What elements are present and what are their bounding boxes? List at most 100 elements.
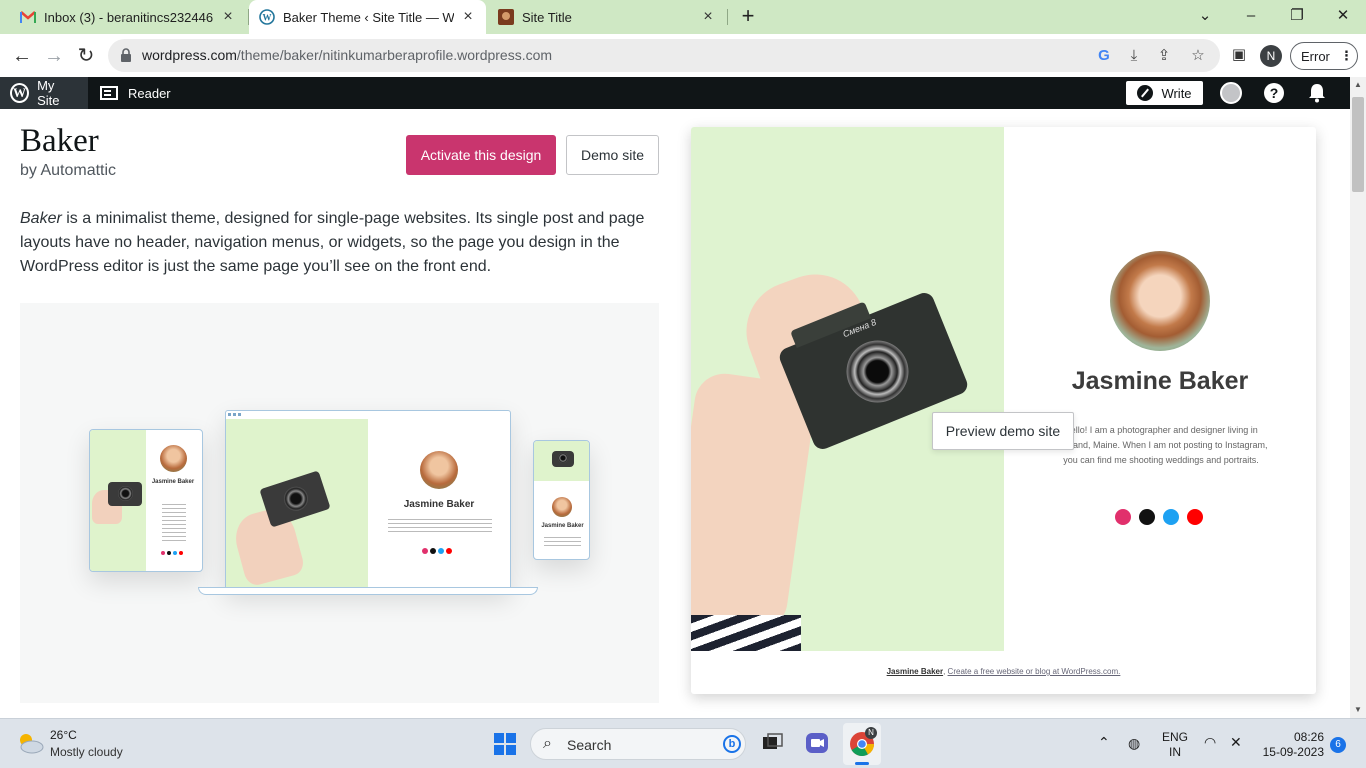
wifi-icon[interactable]: ◠ (1204, 734, 1216, 751)
tablet-mockup: Jasmine Baker (89, 429, 203, 572)
theme-screenshot: Jasmine Baker Jasmine Baker Jasmine Bake… (20, 303, 659, 703)
theme-live-preview[interactable]: Смена 8 Jasmine Baker Hello! I am a phot… (691, 127, 1316, 694)
instagram-icon[interactable] (1115, 509, 1131, 525)
reader-link[interactable]: Reader (100, 77, 171, 109)
new-tab-button[interactable]: + (736, 5, 760, 29)
windows-start-icon[interactable] (494, 733, 516, 755)
svg-text:W: W (263, 13, 272, 23)
tiktok-icon[interactable] (1139, 509, 1155, 525)
my-site-label: My Site (37, 78, 60, 108)
user-avatar[interactable] (1220, 82, 1242, 104)
my-site-link[interactable]: My Site (0, 77, 88, 109)
url-path: /theme/baker/nitinkumarberaprofile.wordp… (236, 47, 553, 63)
site-icon (498, 9, 514, 25)
notification-badge[interactable]: 6 (1330, 737, 1346, 753)
google-icon[interactable]: G (1094, 46, 1114, 66)
forward-button[interactable]: → (40, 42, 68, 70)
write-button[interactable]: Write (1126, 81, 1203, 105)
write-label: Write (1161, 85, 1192, 101)
tab-site-title[interactable]: Site Title × (488, 0, 726, 34)
wordpress-logo-icon (10, 83, 30, 103)
theme-description: Baker is a minimalist theme, designed fo… (20, 207, 660, 279)
pen-icon (1137, 85, 1154, 101)
minimize-button[interactable]: – (1238, 4, 1264, 28)
meet-icon[interactable] (804, 730, 830, 756)
network-status-icon[interactable]: ◍ (1128, 735, 1140, 752)
lang-code: ENG (1162, 730, 1189, 744)
preview-footer: Jasmine Baker, Create a free website or … (886, 667, 1121, 676)
browser-toolbar: ← → ↻ wordpress.com/theme/baker/nitinkum… (0, 34, 1366, 77)
tab-title: Inbox (3) - beranitincs232446@gmail.com (44, 9, 214, 25)
scroll-up-arrow[interactable]: ▲ (1350, 77, 1366, 93)
bookmark-star-icon[interactable]: ☆ (1188, 46, 1208, 66)
profile-avatar[interactable]: N (1260, 45, 1282, 67)
search-icon: ⌕ (543, 735, 552, 752)
preview-bio: Hello! I am a photographer and designer … (1054, 425, 1268, 465)
clock-time: 08:26 (1293, 730, 1324, 744)
error-label: Error (1301, 48, 1330, 64)
tab-search-button[interactable]: ⌄ (1192, 4, 1218, 28)
side-panel-icon[interactable]: ▣ (1228, 44, 1250, 66)
footer-link: Create a free website or blog at WordPre… (947, 667, 1121, 676)
phone-mockup: Jasmine Baker (533, 440, 590, 560)
social-links (1115, 509, 1203, 525)
close-icon[interactable]: × (220, 9, 236, 25)
activate-design-button[interactable]: Activate this design (406, 135, 556, 175)
cloud-icon[interactable] (16, 731, 44, 755)
reader-icon (100, 86, 118, 100)
help-icon[interactable]: ? (1264, 83, 1284, 103)
region-code: IN (1169, 745, 1181, 759)
back-button[interactable]: ← (8, 42, 36, 70)
reader-label: Reader (128, 85, 171, 101)
close-window-button[interactable]: ✕ (1330, 4, 1356, 28)
windows-taskbar: 26°C Mostly cloudy ⌕ Search b N ⌃ ◍ ENG I… (0, 718, 1366, 768)
address-bar[interactable]: wordpress.com/theme/baker/nitinkumarbera… (108, 39, 1220, 72)
share-icon[interactable]: ⇪ (1154, 46, 1174, 66)
preview-name: Jasmine Baker (1071, 367, 1249, 395)
scrollbar-thumb[interactable] (1352, 97, 1364, 192)
wp-admin-bar: My Site Reader Write ? (0, 77, 1350, 109)
install-app-icon[interactable]: ⤓ (1124, 46, 1144, 66)
chrome-taskbar-button[interactable]: N (843, 723, 881, 765)
wordpress-icon: W (259, 9, 275, 25)
demo-site-button[interactable]: Demo site (566, 135, 659, 175)
close-icon[interactable]: × (460, 9, 476, 25)
url-host: wordpress.com (142, 47, 237, 63)
theme-details-page: Baker by Automattic Activate this design… (0, 109, 1350, 718)
youtube-icon[interactable] (1187, 509, 1203, 525)
page-scrollbar[interactable]: ▲ ▼ (1350, 77, 1366, 718)
weather-status: Mostly cloudy (50, 745, 123, 759)
preview-demo-site-tooltip[interactable]: Preview demo site (932, 412, 1074, 450)
show-hidden-icons[interactable]: ⌃ (1098, 734, 1110, 751)
tab-gmail[interactable]: Inbox (3) - beranitincs232446@gmail.com … (10, 0, 246, 34)
taskbar-search[interactable]: ⌕ Search b (530, 728, 746, 760)
bing-icon[interactable]: b (723, 735, 741, 753)
preview-sleeve (691, 615, 801, 651)
reload-button[interactable]: ↻ (72, 42, 100, 70)
twitter-icon[interactable] (1163, 509, 1179, 525)
profile-photo (1110, 251, 1210, 351)
theme-title: Baker (20, 123, 99, 159)
clock-date: 15-09-2023 (1262, 745, 1324, 759)
tab-baker-theme[interactable]: W Baker Theme ‹ Site Title — WordPress.c… (249, 0, 486, 34)
theme-description-name: Baker (20, 210, 62, 227)
profile-badge: N (865, 727, 877, 739)
mockup-name: Jasmine Baker (403, 499, 475, 510)
mockup-name: Jasmine Baker (541, 523, 584, 529)
clock[interactable]: 08:26 15-09-2023 (1262, 730, 1324, 760)
more-icon: ⋮ (1339, 48, 1353, 63)
footer-name: Jasmine Baker (886, 667, 944, 676)
task-view-icon[interactable] (760, 730, 786, 756)
tab-divider (727, 9, 728, 25)
maximize-button[interactable]: ❐ (1284, 4, 1310, 28)
search-label: Search (567, 737, 612, 753)
tab-title: Site Title (522, 9, 572, 25)
lock-icon (121, 48, 131, 62)
close-icon[interactable]: × (700, 9, 716, 25)
error-button[interactable]: Error ⋮ (1290, 42, 1358, 70)
notifications-bell-icon[interactable] (1308, 83, 1326, 103)
language-indicator[interactable]: ENG IN (1162, 730, 1188, 760)
scroll-down-arrow[interactable]: ▼ (1350, 702, 1366, 718)
volume-muted-icon[interactable]: ✕ (1230, 734, 1242, 751)
tab-title: Baker Theme ‹ Site Title — WordPress.com (283, 9, 454, 25)
